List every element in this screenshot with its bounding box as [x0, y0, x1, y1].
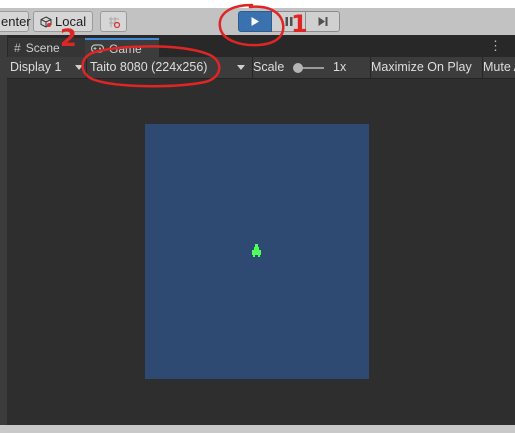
scale-value: 1x [333, 60, 347, 74]
status-bar [0, 425, 515, 433]
main-toolbar: enter Local [0, 8, 515, 35]
scale-control: Scale 1x [253, 58, 369, 77]
game-canvas[interactable] [145, 124, 369, 379]
gamepad-icon [91, 44, 104, 53]
tab-menu-icon[interactable]: ⋮ [489, 38, 502, 54]
resolution-value: Taito 8080 (224x256) [90, 60, 208, 74]
toolbar-divider [86, 57, 87, 78]
pivot-label: enter [1, 14, 31, 29]
play-button[interactable] [238, 11, 272, 32]
annotation-step-2: 2 [60, 24, 77, 52]
maximize-label: Maximize On Play [371, 60, 472, 74]
mute-audio-toggle[interactable]: Mute Audio [483, 58, 515, 77]
left-panel-edge [0, 35, 7, 425]
grid-icon: # [14, 40, 21, 55]
play-controls [238, 11, 340, 32]
grid-snap-icon [108, 16, 120, 28]
play-icon [251, 17, 259, 26]
tab-game-label: Game [109, 41, 142, 56]
pivot-toggle-button[interactable]: enter [0, 11, 31, 32]
chevron-down-icon [237, 65, 245, 70]
editor-tab-bar: # Scene Game ⋮ [0, 35, 515, 57]
tab-scene-label: Scene [25, 40, 60, 55]
mute-label: Mute Audio [483, 60, 515, 74]
local-cube-icon [40, 15, 52, 28]
display-value: Display 1 [10, 60, 62, 74]
game-view [7, 79, 515, 425]
scale-label: Scale [253, 60, 285, 74]
step-icon [318, 17, 327, 26]
maximize-on-play-toggle[interactable]: Maximize On Play [371, 58, 482, 77]
scale-slider-handle[interactable] [293, 63, 303, 73]
game-view-toolbar: Display 1 Taito 8080 (224x256) Scale 1x … [7, 57, 515, 79]
step-button[interactable] [306, 11, 340, 32]
player-ship-sprite [252, 244, 261, 257]
tab-game[interactable]: Game [85, 38, 159, 57]
chevron-down-icon [75, 65, 83, 70]
grid-snap-button[interactable] [100, 11, 127, 32]
annotation-step-1: 1 [291, 10, 308, 38]
resolution-dropdown[interactable]: Taito 8080 (224x256) [88, 58, 251, 77]
display-dropdown[interactable]: Display 1 [9, 58, 85, 77]
